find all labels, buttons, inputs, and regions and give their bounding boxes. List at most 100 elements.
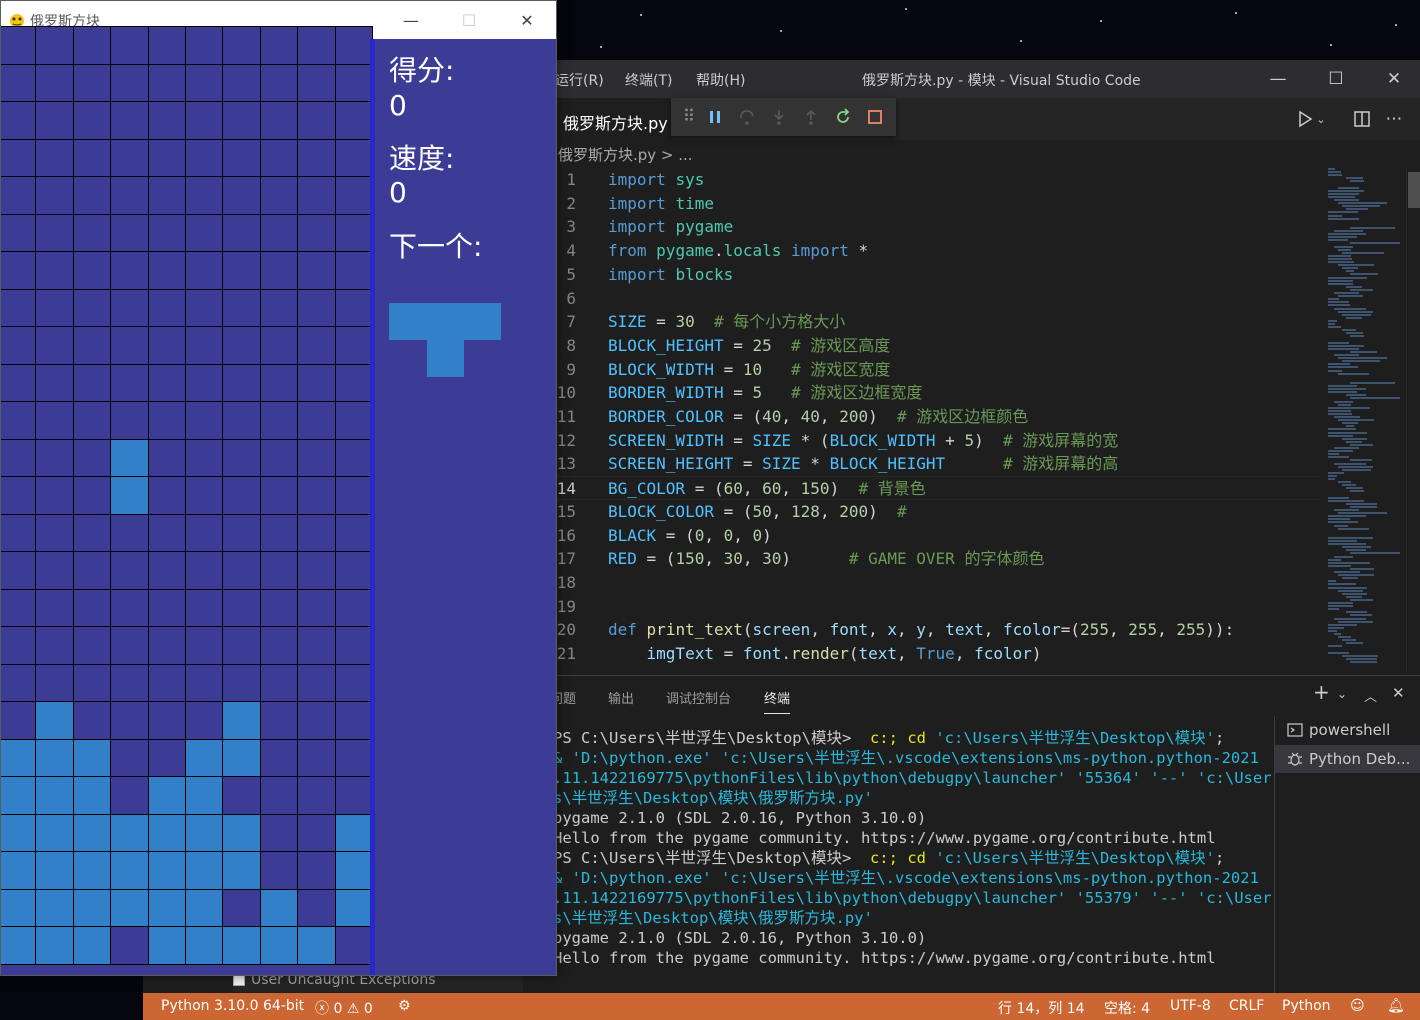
filled-cell bbox=[185, 888, 224, 927]
filled-cell bbox=[185, 776, 224, 815]
drag-handle-icon[interactable]: ⠿ bbox=[679, 102, 699, 132]
board-cell bbox=[259, 513, 299, 552]
close-panel-icon[interactable]: ✕ bbox=[1392, 684, 1405, 702]
filled-cell bbox=[1, 738, 37, 777]
board-cell bbox=[297, 63, 336, 102]
restart-button[interactable] bbox=[827, 102, 859, 132]
indentation[interactable]: 空格: 4 bbox=[1104, 998, 1150, 1018]
code-text: import blocks bbox=[608, 264, 734, 284]
split-editor-button[interactable] bbox=[1346, 98, 1378, 140]
code-text: imgText = font.render(text, True, fcolor… bbox=[646, 644, 1042, 663]
encoding[interactable]: UTF-8 bbox=[1170, 998, 1211, 1014]
board-cell bbox=[222, 213, 261, 252]
stop-button[interactable] bbox=[859, 102, 891, 132]
filled-cell bbox=[35, 701, 74, 740]
close-button[interactable]: ✕ bbox=[498, 1, 556, 39]
code-text: import pygame bbox=[608, 217, 734, 237]
filled-cell bbox=[35, 776, 74, 815]
minimap-line bbox=[1328, 257, 1352, 260]
score-label: 得分: bbox=[389, 54, 455, 87]
board-cell bbox=[297, 288, 336, 327]
terminal-icon bbox=[1287, 723, 1303, 737]
menu-terminal[interactable]: 终端(T) bbox=[625, 70, 672, 90]
language-mode[interactable]: Python bbox=[1282, 998, 1331, 1014]
terminal-output[interactable]: PS C:\Users\半世浮生\Desktop\模块> c:; cd 'c:\… bbox=[553, 728, 1273, 990]
maximize-button[interactable]: ☐ bbox=[440, 1, 498, 39]
board-cell bbox=[297, 476, 336, 515]
game-canvas[interactable]: 得分: 0 速度: 0 下一个: bbox=[1, 26, 556, 975]
editor-scroll-thumb[interactable] bbox=[1408, 172, 1420, 208]
debug-bug-icon bbox=[1288, 752, 1302, 766]
minimap-line bbox=[1346, 657, 1377, 660]
board-cell bbox=[72, 138, 112, 177]
editor-scrollbar[interactable] bbox=[1406, 168, 1420, 673]
score-value: 0 bbox=[389, 89, 407, 122]
minimap-line bbox=[1328, 344, 1364, 347]
minimap-line bbox=[1338, 465, 1373, 468]
feedback-icon[interactable]: ☺ bbox=[1350, 998, 1365, 1014]
new-terminal-icon[interactable]: + bbox=[1313, 680, 1330, 704]
minimap-line bbox=[1328, 608, 1340, 611]
cursor-position[interactable]: 行 14，列 14 bbox=[998, 998, 1085, 1018]
more-actions-button[interactable]: ⋯ bbox=[1378, 98, 1410, 140]
debug-launch-icon[interactable]: ⚙ bbox=[398, 998, 411, 1014]
board-cell bbox=[222, 476, 261, 515]
pause-button[interactable] bbox=[699, 102, 731, 132]
breadcrumb[interactable]: 俄罗斯方块.py > ... bbox=[558, 144, 693, 165]
minimap-line bbox=[1334, 509, 1360, 511]
notifications-icon[interactable]: 🔔︎ bbox=[1387, 998, 1405, 1014]
board-cell bbox=[259, 63, 299, 102]
minimize-button[interactable]: — bbox=[1249, 60, 1307, 98]
filled-cell bbox=[1, 926, 37, 965]
step-out-button[interactable] bbox=[795, 102, 827, 132]
minimap[interactable] bbox=[1326, 168, 1406, 673]
board-cell bbox=[147, 101, 186, 140]
run-button[interactable]: ⌄ bbox=[1295, 98, 1327, 140]
line-ending[interactable]: CRLF bbox=[1229, 998, 1264, 1014]
board-cell bbox=[35, 101, 74, 140]
board-cell bbox=[72, 663, 112, 702]
minimap-line bbox=[1346, 611, 1367, 614]
problems-indicator[interactable]: ⓧ 0 ⚠ 0 bbox=[315, 998, 373, 1018]
minimap-line bbox=[1350, 552, 1400, 555]
minimap-line bbox=[1328, 214, 1342, 217]
filled-cell bbox=[110, 438, 149, 477]
tab-output[interactable]: 输出 bbox=[608, 688, 634, 707]
menu-run[interactable]: 运行(R) bbox=[555, 70, 604, 90]
board-cell bbox=[35, 26, 74, 65]
code-text: SCREEN_HEIGHT = SIZE * BLOCK_HEIGHT # 游戏… bbox=[608, 454, 1119, 474]
tab-terminal[interactable]: 终端 bbox=[764, 688, 791, 714]
board-cell bbox=[72, 101, 112, 140]
step-over-button[interactable] bbox=[731, 102, 763, 132]
board-cell bbox=[1, 101, 37, 140]
pause-icon bbox=[710, 111, 720, 123]
debug-toolbar: ⠿ bbox=[671, 98, 896, 136]
tab-debug-console[interactable]: 调试控制台 bbox=[666, 688, 731, 707]
editor-tab-active[interactable]: 俄罗斯方块.py bbox=[553, 98, 673, 140]
minimap-line bbox=[1334, 416, 1361, 418]
star bbox=[1395, 24, 1397, 26]
board-cell bbox=[1, 663, 37, 702]
filled-cell bbox=[72, 888, 112, 927]
minimap-line bbox=[1342, 437, 1368, 440]
maximize-panel-icon[interactable]: ︿ bbox=[1364, 686, 1377, 705]
minimap-line bbox=[1338, 186, 1359, 189]
filled-cell bbox=[185, 738, 224, 777]
board-cell bbox=[110, 288, 149, 327]
close-button[interactable]: ✕ bbox=[1365, 60, 1420, 98]
menu-help[interactable]: 帮助(H) bbox=[696, 70, 745, 90]
board-cell bbox=[110, 588, 149, 627]
board-cell bbox=[110, 63, 149, 102]
python-interpreter[interactable]: Python 3.10.0 64-bit bbox=[161, 998, 304, 1014]
board-cell bbox=[110, 926, 149, 965]
board-cell bbox=[110, 626, 149, 665]
maximize-button[interactable]: ☐ bbox=[1307, 60, 1365, 98]
minimap-line bbox=[1346, 394, 1366, 397]
step-into-button[interactable] bbox=[763, 102, 795, 132]
terminal-instance-powershell[interactable]: powershell bbox=[1275, 716, 1420, 744]
chevron-down-icon[interactable]: ⌄ bbox=[1337, 687, 1347, 701]
board-cell bbox=[297, 738, 336, 777]
minimize-button[interactable]: — bbox=[382, 1, 440, 39]
board-cell bbox=[72, 251, 112, 290]
terminal-instance-python-debug[interactable]: Python Deb... bbox=[1275, 745, 1420, 773]
